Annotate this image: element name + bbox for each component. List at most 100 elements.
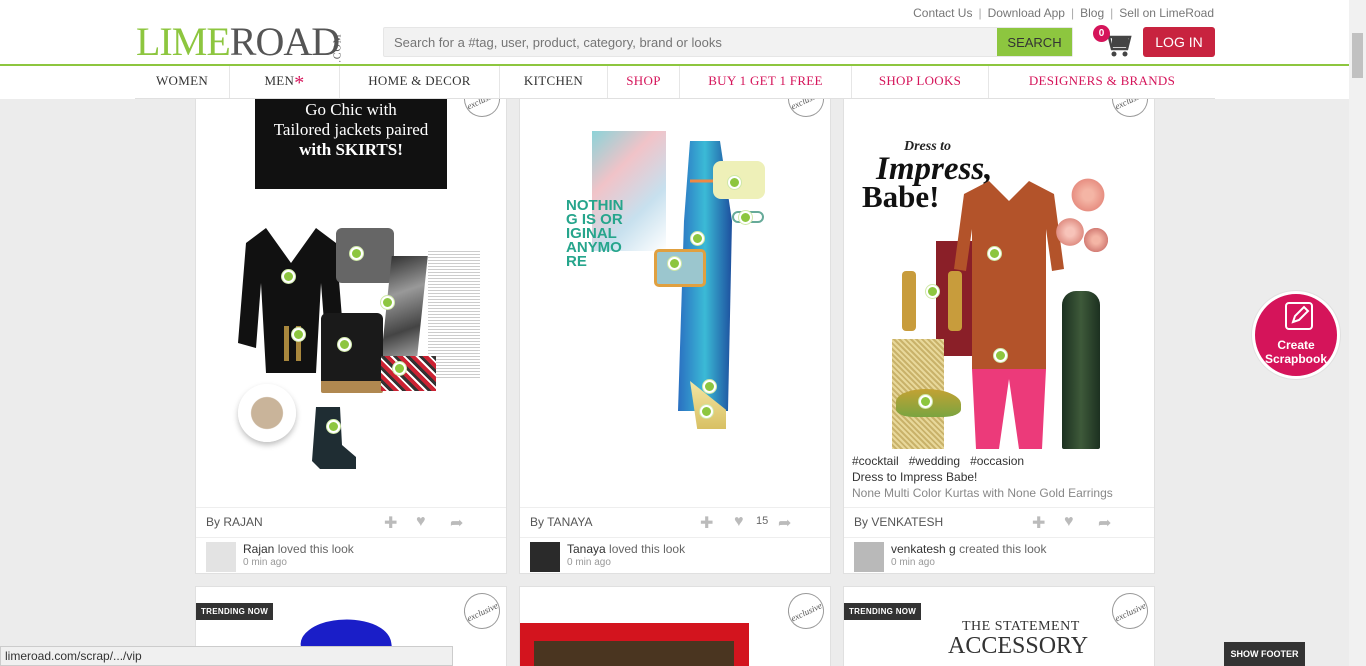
nav-women[interactable]: WOMEN xyxy=(135,66,229,98)
look-card[interactable]: exclusive NOTHING IS ORIGINAL ANYMORE By… xyxy=(519,80,831,574)
product-hotspot[interactable] xyxy=(338,338,351,351)
show-footer-button[interactable]: SHOW FOOTER xyxy=(1224,642,1305,666)
download-app-link[interactable]: Download App xyxy=(988,6,1065,20)
card-footer: By VENKATESH ✚ ♥ ➦ xyxy=(844,507,1154,536)
product-hotspot[interactable] xyxy=(292,328,305,341)
exclusive-badge: exclusive xyxy=(1106,587,1154,635)
nav-buy1get1[interactable]: BUY 1 GET 1 FREE xyxy=(679,66,851,98)
search-bar: SEARCH xyxy=(383,27,1073,57)
add-icon[interactable]: ✚ xyxy=(384,513,397,533)
product-hotspot[interactable] xyxy=(282,270,295,283)
heart-icon[interactable]: ♥ xyxy=(734,513,744,531)
add-icon[interactable]: ✚ xyxy=(1032,513,1045,533)
nav-kitchen[interactable]: KITCHEN xyxy=(499,66,607,98)
product-hotspot[interactable] xyxy=(327,420,340,433)
top-image xyxy=(336,228,394,283)
product-hotspot[interactable] xyxy=(700,405,713,418)
card-footer: By RAJAN ✚ ♥ ➦ xyxy=(196,507,506,536)
tag-wedding[interactable]: #wedding xyxy=(909,454,960,468)
art-text: NOTHING IS ORIGINAL ANYMORE xyxy=(566,197,624,270)
product-hotspot[interactable] xyxy=(691,232,704,245)
tag-list: #cocktail #wedding #occasion xyxy=(852,454,1034,468)
look-card[interactable]: TRENDING NOW exclusive THE STATEMENT ACC… xyxy=(843,586,1155,666)
look-image[interactable]: exclusive Go Chic with Tailored jackets … xyxy=(196,81,506,508)
product-hotspot[interactable] xyxy=(381,296,394,309)
clutch-image xyxy=(381,356,436,391)
search-input[interactable] xyxy=(384,28,998,56)
author-name[interactable]: By VENKATESH xyxy=(854,515,943,529)
look-card[interactable]: exclusive Go Chic with Tailored jackets … xyxy=(195,80,507,574)
look-headline: ACCESSORY xyxy=(948,633,1089,659)
add-icon[interactable]: ✚ xyxy=(700,513,713,533)
tag-cocktail[interactable]: #cocktail xyxy=(852,454,899,468)
main-nav: WOMEN MEN* HOME & DECOR KITCHEN SHOP BUY… xyxy=(135,66,1215,99)
look-card[interactable]: exclusive Dress to Impress, Babe! #cockt… xyxy=(843,80,1155,574)
author-name[interactable]: By RAJAN xyxy=(206,515,263,529)
search-button[interactable]: SEARCH xyxy=(997,28,1072,56)
star-icon: * xyxy=(294,72,305,94)
activity-row: venkatesh g created this look 0 min ago xyxy=(844,537,1154,573)
handbag-image xyxy=(654,249,706,287)
product-hotspot[interactable] xyxy=(994,349,1007,362)
page-scrollbar[interactable] xyxy=(1349,0,1366,666)
product-photo xyxy=(534,641,734,666)
nav-shop[interactable]: SHOP xyxy=(607,66,679,98)
look-banner: Go Chic with Tailored jackets paired wit… xyxy=(255,98,447,189)
contact-us-link[interactable]: Contact Us xyxy=(913,6,972,20)
product-hotspot[interactable] xyxy=(728,176,741,189)
avatar[interactable] xyxy=(854,542,884,572)
coffee-cup-image xyxy=(238,384,296,442)
product-hotspot[interactable] xyxy=(703,380,716,393)
earring-image xyxy=(284,326,289,361)
exclusive-badge: exclusive xyxy=(458,587,506,635)
blog-link[interactable]: Blog xyxy=(1080,6,1104,20)
activity-user[interactable]: venkatesh g xyxy=(891,542,956,556)
avatar[interactable] xyxy=(530,542,560,572)
bottle-image xyxy=(1062,291,1100,449)
sell-link[interactable]: Sell on LimeRoad xyxy=(1119,6,1214,20)
look-subtitle: None Multi Color Kurtas with None Gold E… xyxy=(852,486,1113,500)
product-hotspot[interactable] xyxy=(668,257,681,270)
product-hotspot[interactable] xyxy=(988,247,1001,260)
flower-image xyxy=(1054,216,1086,248)
cart-button[interactable]: 0 xyxy=(1093,25,1133,59)
activity-user[interactable]: Tanaya xyxy=(567,542,606,556)
nav-men[interactable]: MEN* xyxy=(229,66,339,98)
activity-row: Rajan loved this look 0 min ago xyxy=(196,537,506,573)
skirt-image xyxy=(321,313,383,393)
cart-count-badge: 0 xyxy=(1093,25,1110,42)
heart-icon[interactable]: ♥ xyxy=(1064,513,1074,531)
product-hotspot[interactable] xyxy=(739,211,752,224)
headline-bot: Babe! xyxy=(862,179,940,214)
look-title[interactable]: Dress to Impress Babe! xyxy=(852,470,977,484)
look-card[interactable]: exclusive xyxy=(519,586,831,666)
login-button[interactable]: LOG IN xyxy=(1143,27,1215,57)
activity-time: 0 min ago xyxy=(891,557,935,568)
tag-occasion[interactable]: #occasion xyxy=(970,454,1024,468)
create-scrapbook-button[interactable]: Create Scrapbook xyxy=(1252,291,1340,379)
share-icon[interactable]: ➦ xyxy=(778,513,791,533)
trending-badge: TRENDING NOW xyxy=(196,603,274,620)
share-icon[interactable]: ➦ xyxy=(450,513,463,533)
card-footer: By TANAYA ✚ ♥ 15 ➦ xyxy=(520,507,830,536)
activity-user[interactable]: Rajan xyxy=(243,542,274,556)
top-links: Contact Us | Download App | Blog | Sell on Lim… xyxy=(913,6,1214,20)
nav-shop-looks[interactable]: SHOP LOOKS xyxy=(851,66,988,98)
share-icon[interactable]: ➦ xyxy=(1098,513,1111,533)
exclusive-badge: exclusive xyxy=(782,587,830,635)
scroll-thumb[interactable] xyxy=(1352,33,1363,78)
limeroad-logo[interactable]: LIMEROAD .COM xyxy=(136,20,343,64)
author-name[interactable]: By TANAYA xyxy=(530,515,592,529)
nav-home-decor[interactable]: HOME & DECOR xyxy=(339,66,499,98)
look-image[interactable]: exclusive Dress to Impress, Babe! xyxy=(844,81,1154,451)
product-hotspot[interactable] xyxy=(926,285,939,298)
product-hotspot[interactable] xyxy=(350,247,363,260)
nav-designers-brands[interactable]: DESIGNERS & BRANDS xyxy=(988,66,1215,98)
avatar[interactable] xyxy=(206,542,236,572)
look-image[interactable]: exclusive NOTHING IS ORIGINAL ANYMORE xyxy=(520,81,830,508)
like-count: 15 xyxy=(756,515,769,527)
heart-icon[interactable]: ♥ xyxy=(416,513,426,531)
activity-time: 0 min ago xyxy=(567,557,611,568)
product-hotspot[interactable] xyxy=(919,395,932,408)
product-hotspot[interactable] xyxy=(393,362,406,375)
